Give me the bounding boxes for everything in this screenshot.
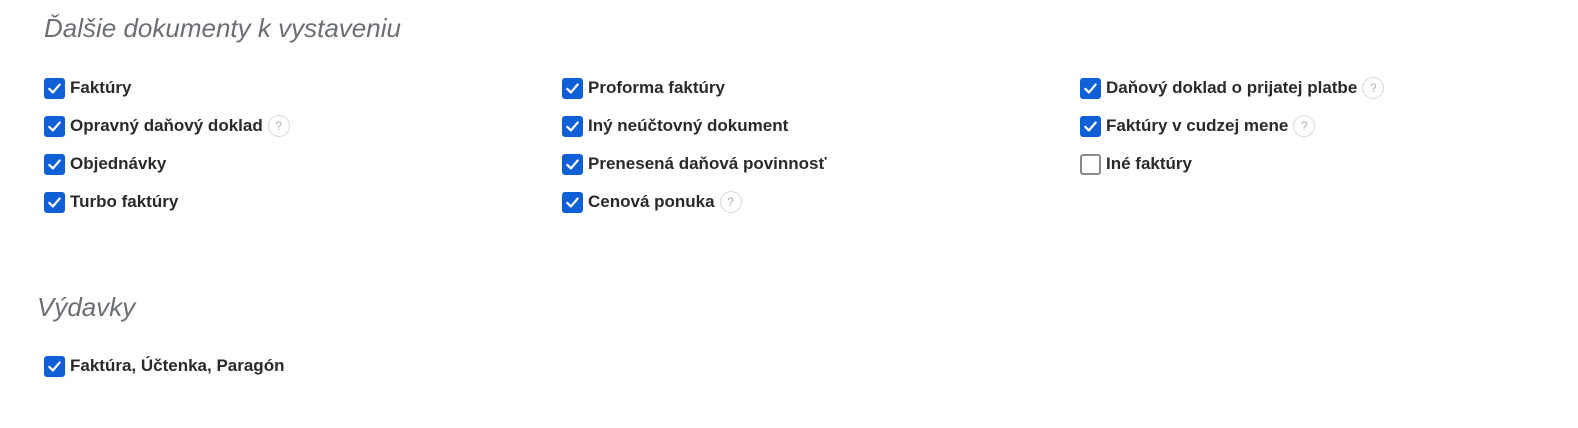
option-label: Prenesená daňová povinnosť [588, 154, 827, 173]
option-proforma-faktury[interactable]: Proforma faktúry [562, 76, 725, 100]
checkmark-icon [48, 82, 61, 94]
question-mark-icon[interactable]: ? [719, 191, 742, 213]
option-opravny-danovy-doklad[interactable]: Opravný daňový doklad? [44, 114, 290, 138]
option-label: Iný neúčtovný dokument [588, 116, 789, 135]
option-iny-neuctovny-dokument[interactable]: Iný neúčtovný dokument [562, 114, 788, 138]
option-turbo-faktury[interactable]: Turbo faktúry [44, 190, 178, 214]
option-danovy-doklad-o-prijatej-platbe[interactable]: Daňový doklad o prijatej platbe? [1080, 76, 1385, 100]
checkbox-checked[interactable] [44, 115, 65, 137]
option-objednavky[interactable]: Objednávky [44, 152, 166, 176]
question-mark-icon[interactable]: ? [1293, 115, 1316, 137]
section-title-expenses: Výdavky [37, 292, 136, 322]
option-label: Daňový doklad o prijatej platbe [1106, 78, 1358, 97]
checkbox-checked[interactable] [562, 153, 583, 175]
checkmark-icon [1084, 82, 1097, 94]
option-faktury-v-cudzej-mene[interactable]: Faktúry v cudzej mene? [1080, 114, 1316, 138]
checkmark-icon [48, 120, 61, 132]
option-label: Objednávky [70, 154, 167, 173]
checkmark-icon [566, 82, 579, 94]
checkbox-checked[interactable] [562, 115, 583, 137]
checkmark-icon [566, 196, 579, 208]
checkmark-icon [566, 158, 579, 170]
option-faktury[interactable]: Faktúry [44, 76, 131, 100]
option-label: Cenová ponuka [588, 192, 715, 211]
checkbox-checked[interactable] [562, 77, 583, 99]
checkbox-unchecked[interactable] [1080, 153, 1101, 175]
option-ine-faktury[interactable]: Iné faktúry [1080, 152, 1192, 176]
checkbox-checked[interactable] [1080, 77, 1101, 99]
checkbox-checked[interactable] [44, 191, 65, 213]
option-label: Faktúry [70, 78, 132, 97]
option-label: Turbo faktúry [70, 192, 179, 211]
option-label: Opravný daňový doklad [70, 116, 263, 135]
question-mark-icon[interactable]: ? [1362, 77, 1385, 99]
option-label: Faktúra, Účtenka, Paragón [70, 356, 285, 375]
checkbox-checked[interactable] [44, 153, 65, 175]
checkbox-checked[interactable] [562, 191, 583, 213]
question-mark-icon[interactable]: ? [267, 115, 290, 137]
checkbox-checked[interactable] [44, 77, 65, 99]
section-title-documents: Ďalšie dokumenty k vystaveniu [44, 13, 401, 43]
checkmark-icon [48, 158, 61, 170]
checkmark-icon [48, 196, 61, 208]
option-cenova-ponuka[interactable]: Cenová ponuka? [562, 190, 742, 214]
option-label: Faktúry v cudzej mene [1106, 116, 1289, 135]
checkmark-icon [1084, 120, 1097, 132]
option-label: Iné faktúry [1106, 154, 1192, 173]
checkbox-checked[interactable] [44, 355, 65, 377]
checkbox-checked[interactable] [1080, 115, 1101, 137]
option-prenesena-danova-povinnost[interactable]: Prenesená daňová povinnosť [562, 152, 827, 176]
option-faktura-uctenka-paragon[interactable]: Faktúra, Účtenka, Paragón [44, 354, 284, 378]
checkmark-icon [566, 120, 579, 132]
option-label: Proforma faktúry [588, 78, 725, 97]
checkmark-icon [48, 360, 61, 372]
